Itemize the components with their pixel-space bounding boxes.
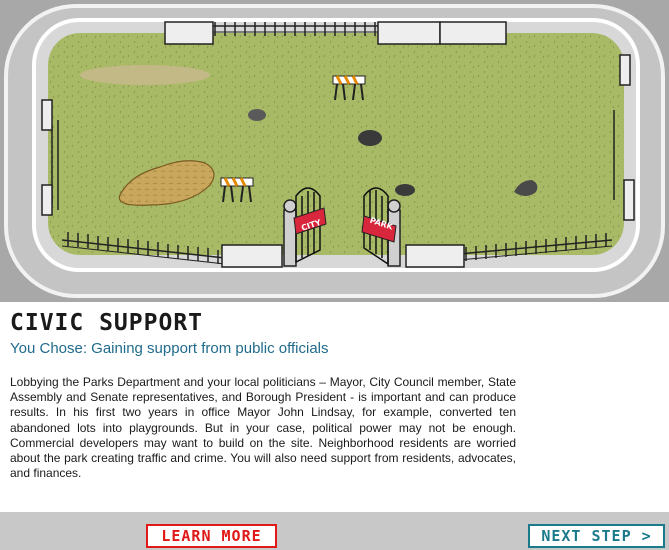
footer-bar: LEARN MORE NEXT STEP > (0, 512, 669, 550)
park-scene: CITY PARK (0, 0, 669, 302)
rock (395, 184, 415, 196)
concrete-block (619, 54, 631, 86)
concrete-block (377, 21, 441, 45)
light-patch (80, 65, 210, 85)
rock (358, 130, 382, 146)
body-text: Lobbying the Parks Department and your l… (10, 375, 516, 481)
concrete-block (405, 244, 465, 268)
concrete-block (41, 99, 53, 131)
concrete-block (164, 21, 214, 45)
concrete-block (623, 179, 635, 221)
learn-more-button[interactable]: LEARN MORE (146, 524, 277, 548)
next-step-button[interactable]: NEXT STEP > (528, 524, 665, 548)
concrete-block (439, 21, 507, 45)
info-panel: CIVIC SUPPORT You Chose: Gaining support… (0, 302, 669, 512)
section-title: CIVIC SUPPORT (10, 310, 204, 336)
choice-subtitle: You Chose: Gaining support from public o… (10, 340, 329, 357)
concrete-block (221, 244, 283, 268)
concrete-block (41, 184, 53, 216)
rock (248, 109, 266, 121)
